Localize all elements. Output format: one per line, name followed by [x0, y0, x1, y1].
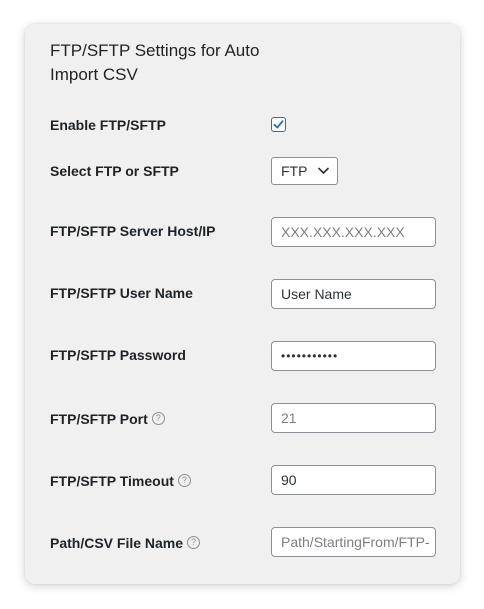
chevron-down-icon: [318, 167, 329, 174]
path-input[interactable]: Path/StartingFrom/FTP-: [271, 527, 436, 557]
timeout-input[interactable]: 90: [271, 465, 436, 495]
username-input[interactable]: User Name: [271, 279, 436, 309]
panel-title: FTP/SFTP Settings for Auto Import CSV: [50, 41, 260, 84]
enable-ftp-label: Enable FTP/SFTP: [50, 117, 166, 133]
port-input[interactable]: 21: [271, 403, 436, 433]
enable-ftp-row: Enable FTP/SFTP: [50, 116, 436, 136]
help-icon[interactable]: ?: [151, 412, 165, 425]
enable-ftp-checkbox[interactable]: [271, 117, 286, 132]
port-label-group: FTP/SFTP Port?: [50, 411, 165, 427]
path-row: Path/CSV File Name? Path/StartingFrom/FT…: [50, 527, 436, 557]
help-icon[interactable]: ?: [187, 536, 201, 549]
host-row: FTP/SFTP Server Host/IP XXX.XXX.XXX.XXX: [50, 217, 436, 247]
help-icon[interactable]: ?: [177, 474, 191, 487]
ftp-settings-panel: FTP/SFTP Settings for Auto Import CSV En…: [25, 24, 460, 584]
password-label: FTP/SFTP Password: [50, 347, 186, 363]
timeout-label-group: FTP/SFTP Timeout?: [50, 473, 191, 489]
protocol-select-value: FTP: [281, 163, 308, 179]
host-input[interactable]: XXX.XXX.XXX.XXX: [271, 217, 436, 247]
select-protocol-label: Select FTP or SFTP: [50, 163, 179, 179]
port-row: FTP/SFTP Port? 21: [50, 403, 436, 433]
select-protocol-row: Select FTP or SFTP FTP: [50, 157, 436, 185]
timeout-label: FTP/SFTP Timeout: [50, 473, 174, 489]
host-label: FTP/SFTP Server Host/IP: [50, 223, 216, 239]
path-label-group: Path/CSV File Name?: [50, 535, 201, 551]
password-row: FTP/SFTP Password •••••••••••: [50, 341, 436, 371]
port-label: FTP/SFTP Port: [50, 411, 148, 427]
username-label: FTP/SFTP User Name: [50, 285, 193, 301]
protocol-select[interactable]: FTP: [271, 157, 338, 185]
path-label: Path/CSV File Name: [50, 535, 184, 551]
checkmark-icon: [273, 120, 284, 129]
timeout-row: FTP/SFTP Timeout? 90: [50, 465, 436, 495]
password-input[interactable]: •••••••••••: [271, 341, 436, 371]
username-row: FTP/SFTP User Name User Name: [50, 279, 436, 309]
